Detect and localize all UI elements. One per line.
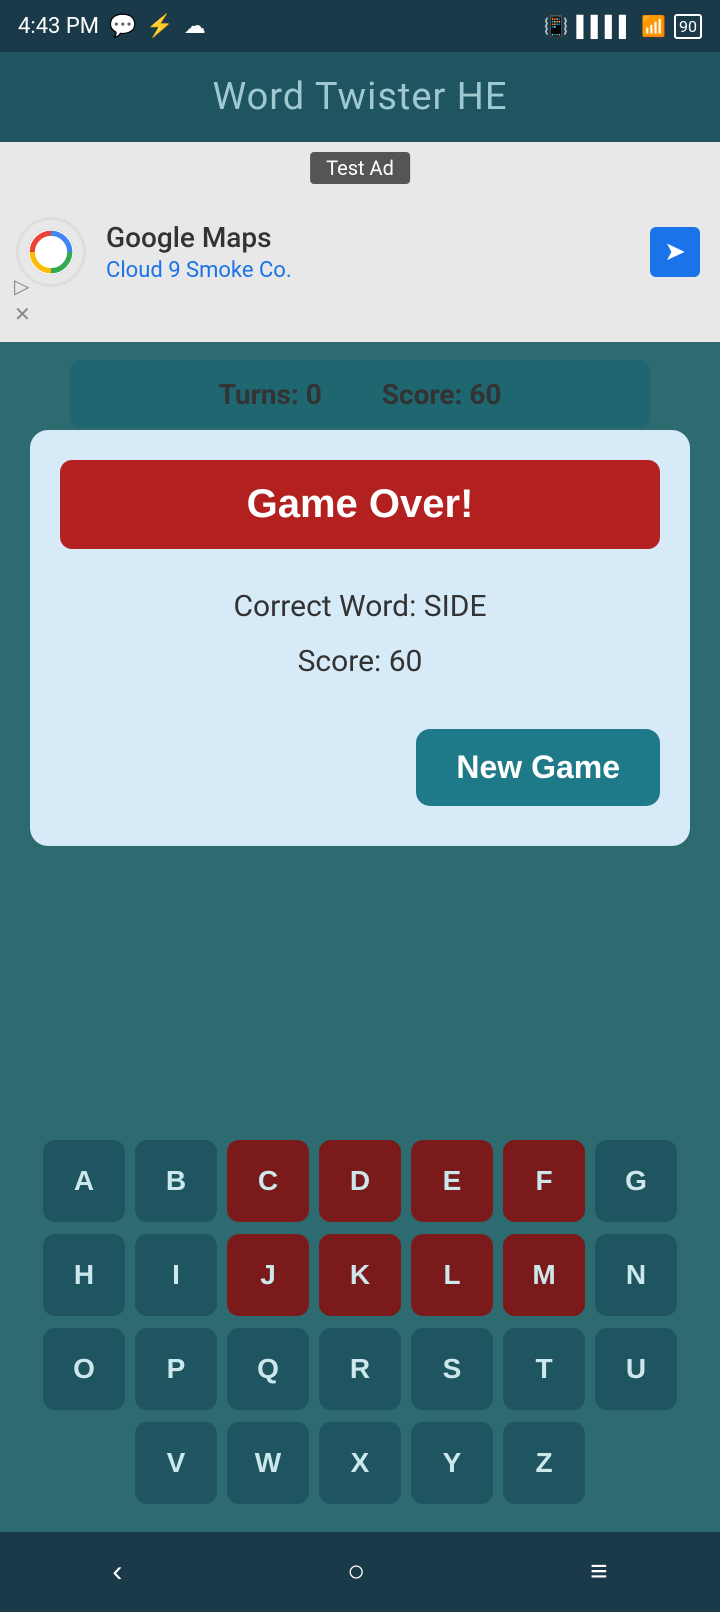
ad-text: Google Maps Cloud 9 Smoke Co.: [106, 221, 292, 283]
cloud-icon: ☁: [184, 14, 206, 39]
new-game-button[interactable]: New Game: [416, 729, 660, 806]
key-r[interactable]: R: [319, 1328, 401, 1410]
key-j[interactable]: J: [227, 1234, 309, 1316]
time-display: 4:43 PM: [18, 14, 99, 39]
vibrate-icon: 📳: [544, 14, 569, 38]
ad-label: Test Ad: [310, 152, 410, 184]
home-button[interactable]: ○: [317, 1545, 395, 1599]
key-i[interactable]: I: [135, 1234, 217, 1316]
app-title: Word Twister HE: [212, 75, 507, 119]
key-y[interactable]: Y: [411, 1422, 493, 1504]
keyboard-area: ABCDEFG HIJKLMN OPQRSTU VWXYZ: [0, 1124, 720, 1532]
score-bar: Turns: 0 Score: 60: [70, 360, 650, 428]
score-value: 60: [469, 378, 501, 411]
keyboard-row-1: HIJKLMN: [10, 1234, 710, 1316]
ad-subtitle: Cloud 9 Smoke Co.: [106, 258, 292, 283]
key-q[interactable]: Q: [227, 1328, 309, 1410]
ad-arrow-icon[interactable]: ➤: [650, 227, 700, 277]
ad-play-icon[interactable]: ▷: [14, 274, 31, 298]
ad-company: Google Maps: [106, 221, 292, 254]
ad-close-icon[interactable]: ✕: [14, 302, 31, 326]
key-z[interactable]: Z: [503, 1422, 585, 1504]
back-button[interactable]: ‹: [82, 1545, 152, 1599]
key-c[interactable]: C: [227, 1140, 309, 1222]
keyboard-row-0: ABCDEFG: [10, 1140, 710, 1222]
status-bar: 4:43 PM 💬 ⚡ ☁ 📳 ▌▌▌▌ 📶 90: [0, 0, 720, 52]
key-k[interactable]: K: [319, 1234, 401, 1316]
turns-display: Turns: 0: [219, 378, 322, 411]
key-x[interactable]: X: [319, 1422, 401, 1504]
key-a[interactable]: A: [43, 1140, 125, 1222]
menu-button[interactable]: ≡: [560, 1545, 638, 1599]
score-label: Score:: [382, 378, 463, 411]
key-d[interactable]: D: [319, 1140, 401, 1222]
key-m[interactable]: M: [503, 1234, 585, 1316]
battery-icon: 90: [674, 14, 702, 39]
game-over-title: Game Over!: [60, 460, 660, 549]
key-s[interactable]: S: [411, 1328, 493, 1410]
game-over-dialog: Game Over! Correct Word: SIDE Score: 60 …: [30, 430, 690, 846]
turns-value: 0: [306, 378, 322, 411]
ad-banner: Test Ad Google Maps Cloud 9 Smoke Co. ➤ …: [0, 142, 720, 342]
key-g[interactable]: G: [595, 1140, 677, 1222]
dialog-score-text: Score: 60: [60, 644, 660, 679]
app-header: Word Twister HE: [0, 52, 720, 142]
key-v[interactable]: V: [135, 1422, 217, 1504]
key-f[interactable]: F: [503, 1140, 585, 1222]
usb-icon: ⚡: [146, 14, 173, 39]
turns-label: Turns:: [219, 378, 299, 411]
key-o[interactable]: O: [43, 1328, 125, 1410]
keyboard-row-2: OPQRSTU: [10, 1328, 710, 1410]
keyboard-row-3: VWXYZ: [10, 1422, 710, 1504]
status-bar-left: 4:43 PM 💬 ⚡ ☁: [18, 14, 206, 39]
key-b[interactable]: B: [135, 1140, 217, 1222]
google-maps-icon: [26, 227, 76, 277]
key-p[interactable]: P: [135, 1328, 217, 1410]
score-display: Score: 60: [382, 378, 502, 411]
key-t[interactable]: T: [503, 1328, 585, 1410]
whatsapp-icon: 💬: [109, 14, 136, 39]
ad-controls: ▷ ✕: [14, 274, 31, 326]
key-w[interactable]: W: [227, 1422, 309, 1504]
signal-icon: ▌▌▌▌: [576, 14, 633, 39]
status-bar-right: 📳 ▌▌▌▌ 📶 90: [544, 14, 702, 39]
wifi-icon: 📶: [641, 14, 666, 38]
nav-bar: ‹ ○ ≡: [0, 1532, 720, 1612]
correct-word-text: Correct Word: SIDE: [60, 589, 660, 624]
key-n[interactable]: N: [595, 1234, 677, 1316]
key-u[interactable]: U: [595, 1328, 677, 1410]
key-e[interactable]: E: [411, 1140, 493, 1222]
key-l[interactable]: L: [411, 1234, 493, 1316]
key-h[interactable]: H: [43, 1234, 125, 1316]
